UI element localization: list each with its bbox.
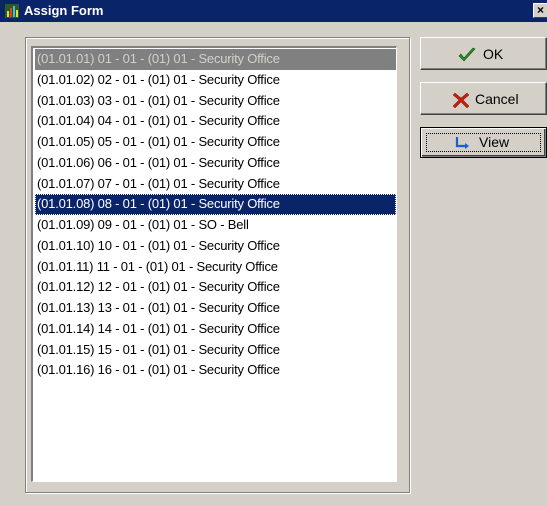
list-item[interactable]: (01.01.05) 05 - 01 - (01) 01 - Security … <box>35 132 396 153</box>
list-item[interactable]: (01.01.13) 13 - 01 - (01) 01 - Security … <box>35 298 396 319</box>
window-title: Assign Form <box>24 3 104 18</box>
list-item[interactable]: (01.01.02) 02 - 01 - (01) 01 - Security … <box>35 70 396 91</box>
list-item[interactable]: (01.01.07) 07 - 01 - (01) 01 - Security … <box>35 174 396 195</box>
list-item[interactable]: (01.01.09) 09 - 01 - (01) 01 - SO - Bell <box>35 215 396 236</box>
ok-button[interactable]: OK <box>420 37 547 70</box>
list-item[interactable]: (01.01.01) 01 - 01 - (01) 01 - Security … <box>35 49 396 70</box>
view-button[interactable]: View <box>420 127 547 158</box>
list-items: (01.01.01) 01 - 01 - (01) 01 - Security … <box>35 49 396 381</box>
list-item[interactable]: (01.01.04) 04 - 01 - (01) 01 - Security … <box>35 111 396 132</box>
close-button[interactable]: × <box>533 3 547 18</box>
view-arrow-icon <box>455 137 469 149</box>
list-item[interactable]: (01.01.16) 16 - 01 - (01) 01 - Security … <box>35 360 396 381</box>
list-item[interactable]: (01.01.08) 08 - 01 - (01) 01 - Security … <box>35 194 396 215</box>
app-icon <box>5 4 19 18</box>
assign-form-window: Assign Form × (01.01.01) 01 - 01 - (01) … <box>0 0 547 506</box>
list-item[interactable]: (01.01.15) 15 - 01 - (01) 01 - Security … <box>35 340 396 361</box>
x-icon <box>452 92 470 109</box>
cancel-button-label: Cancel <box>475 91 519 107</box>
checkmark-icon <box>458 47 476 62</box>
list-item[interactable]: (01.01.14) 14 - 01 - (01) 01 - Security … <box>35 319 396 340</box>
list-item[interactable]: (01.01.12) 12 - 01 - (01) 01 - Security … <box>35 277 396 298</box>
assignment-listbox[interactable]: (01.01.01) 01 - 01 - (01) 01 - Security … <box>31 46 397 482</box>
list-item[interactable]: (01.01.10) 10 - 01 - (01) 01 - Security … <box>35 236 396 257</box>
title-bar[interactable]: Assign Form × <box>0 0 547 22</box>
list-item[interactable]: (01.01.06) 06 - 01 - (01) 01 - Security … <box>35 153 396 174</box>
list-item[interactable]: (01.01.03) 03 - 01 - (01) 01 - Security … <box>35 91 396 112</box>
list-item[interactable]: (01.01.11) 11 - 01 - (01) 01 - Security … <box>35 257 396 278</box>
ok-button-label: OK <box>483 46 504 62</box>
view-button-label: View <box>479 134 510 150</box>
close-icon: × <box>537 3 545 17</box>
cancel-button[interactable]: Cancel <box>420 82 547 115</box>
